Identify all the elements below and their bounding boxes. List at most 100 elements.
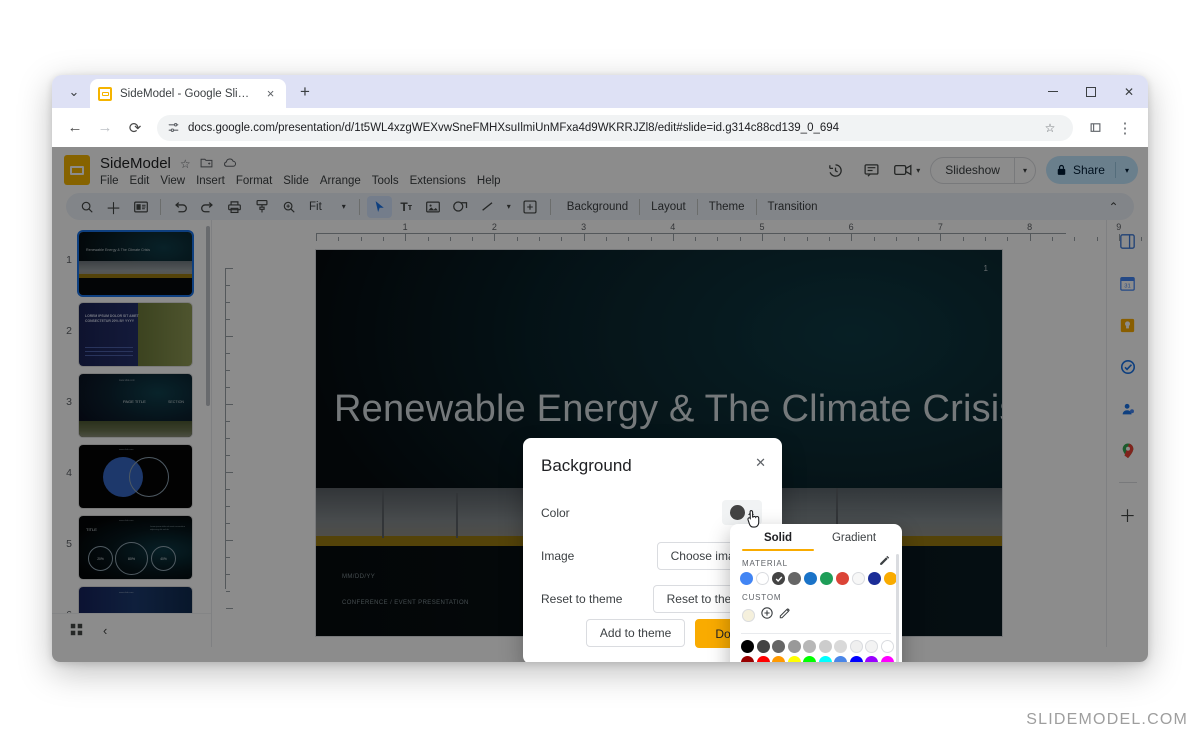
menu-extensions[interactable]: Extensions [410,175,466,187]
theme-button[interactable]: Theme [700,201,754,213]
grid-color-swatch[interactable] [818,655,832,662]
filmstrip-slide-thumbnail[interactable]: Renewable Energy & The Climate Crisis [79,232,192,295]
line-icon[interactable] [475,196,500,218]
tab-search-chevron-icon[interactable]: ⌄ [61,79,87,105]
menu-format[interactable]: Format [236,175,272,187]
material-color-row[interactable] [730,572,902,585]
add-to-theme-button[interactable]: Add to theme [585,619,686,647]
menu-tools[interactable]: Tools [372,175,399,187]
new-tab-button[interactable]: + [292,79,318,105]
search-icon[interactable] [74,196,99,218]
material-color-swatch[interactable] [820,572,833,585]
close-icon[interactable]: ✕ [755,455,766,471]
material-color-swatch[interactable] [836,572,849,585]
move-to-folder-icon[interactable] [200,157,213,171]
grid-color-swatch[interactable] [787,655,801,662]
browser-tab[interactable]: SideModel - Google Slides × [90,79,286,108]
tab-gradient[interactable]: Gradient [816,524,892,551]
extensions-icon[interactable] [1082,115,1108,141]
slideshow-caret-icon[interactable]: ▾ [1015,166,1035,175]
color-grid[interactable] [730,634,902,662]
grid-color-swatch[interactable] [880,640,894,653]
slide-filmstrip[interactable]: 1 Renewable Energy & The Climate Crisis 2 L… [52,220,212,647]
document-title[interactable]: SideModel [100,155,171,172]
comment-icon[interactable] [858,157,884,183]
grid-color-swatch[interactable] [756,640,770,653]
expand-side-panel-icon[interactable] [1117,230,1139,252]
grid-color-swatch[interactable] [818,640,832,653]
meet-icon[interactable]: ▾ [894,157,920,183]
material-color-swatch[interactable] [788,572,801,585]
forward-icon[interactable]: → [92,115,118,141]
grid-color-swatch[interactable] [865,640,878,653]
menu-insert[interactable]: Insert [196,175,225,187]
slideshow-button[interactable]: Slideshow ▾ [930,156,1036,184]
filmstrip-slide-item[interactable]: 4 www.slide.com [52,441,211,512]
pencil-icon[interactable] [879,555,890,569]
minimize-button[interactable] [1034,75,1072,108]
transition-button[interactable]: Transition [759,201,827,213]
grid-color-swatch[interactable] [772,655,785,662]
filmstrip-slide-item[interactable]: 5 www.slide.com TITLE Lorem ipsum dolor sit… [52,512,211,583]
zoom-icon[interactable] [276,196,301,218]
zoom-level-select[interactable]: Fit ▾ [303,201,352,213]
grid-color-swatch[interactable] [849,655,863,662]
browser-menu-icon[interactable]: ⋮ [1112,115,1138,141]
filmstrip-slide-item[interactable]: 1 Renewable Energy & The Climate Crisis [52,228,211,299]
custom-color-swatch[interactable] [742,608,755,622]
grid-color-swatch[interactable] [803,640,816,653]
grid-color-swatch[interactable] [865,655,878,662]
add-comment-icon[interactable] [518,196,543,218]
slide-title-text[interactable]: Renewable Energy & The Climate Crisis [334,388,1002,431]
grid-color-swatch[interactable] [849,640,863,653]
material-color-swatch[interactable] [804,572,817,585]
menu-slide[interactable]: Slide [283,175,309,187]
collapse-toolbar-icon[interactable]: ⌃ [1101,196,1126,218]
filmstrip-slide-item[interactable]: 2 LOREM IPSUM DOLOR SIT AMET CONSECTETUR … [52,299,211,370]
tasks-icon[interactable] [1117,356,1139,378]
site-settings-icon[interactable] [167,121,180,134]
grid-color-swatch[interactable] [834,640,847,653]
filmstrip-slide-thumbnail[interactable]: LOREM IPSUM DOLOR SIT AMET CONSECTETUR 2… [79,303,192,366]
undo-icon[interactable] [168,196,193,218]
menu-edit[interactable]: Edit [130,175,150,187]
share-caret-icon[interactable]: ▾ [1116,166,1138,175]
grid-color-swatch[interactable] [741,640,754,653]
google-slides-logo-icon[interactable] [64,155,90,185]
contacts-icon[interactable] [1117,398,1139,420]
bookmark-star-icon[interactable]: ☆ [1037,115,1063,141]
grid-view-icon[interactable] [70,623,83,639]
close-window-button[interactable]: ✕ [1110,75,1148,108]
add-apps-icon[interactable]: ＋ [1117,503,1139,526]
zoom-caret-icon[interactable]: ▾ [342,202,346,211]
eyedropper-icon[interactable] [779,606,791,624]
keep-icon[interactable] [1117,314,1139,336]
share-button[interactable]: Share ▾ [1045,156,1138,184]
material-color-swatch[interactable] [852,572,865,585]
grid-color-swatch[interactable] [834,655,847,662]
grid-color-swatch[interactable] [772,640,785,653]
material-color-swatch[interactable] [868,572,881,585]
slide-layout-icon[interactable] [128,196,153,218]
maps-icon[interactable] [1117,440,1139,462]
grid-color-swatch[interactable] [803,655,816,662]
paint-format-icon[interactable] [249,196,274,218]
menu-arrange[interactable]: Arrange [320,175,361,187]
filmstrip-slide-thumbnail[interactable]: www.slide.com TITLE Lorem ipsum dolor sit … [79,516,192,579]
meet-caret-icon[interactable]: ▾ [916,166,920,175]
version-history-icon[interactable] [822,157,848,183]
menu-view[interactable]: View [160,175,185,187]
grid-color-swatch[interactable] [756,655,770,662]
reload-icon[interactable]: ⟳ [122,115,148,141]
add-custom-color-icon[interactable] [761,606,773,624]
grid-color-swatch[interactable] [741,655,754,662]
filmstrip-slide-thumbnail[interactable]: www.slide.com PAGE TITLE SECTION [79,374,192,437]
close-tab-icon[interactable]: × [263,86,278,101]
redo-icon[interactable] [195,196,220,218]
layout-button[interactable]: Layout [642,201,695,213]
cloud-saved-icon[interactable] [222,157,237,171]
material-color-swatch[interactable] [740,572,753,585]
picker-scrollbar[interactable] [895,554,899,662]
print-icon[interactable] [222,196,247,218]
maximize-button[interactable] [1072,75,1110,108]
